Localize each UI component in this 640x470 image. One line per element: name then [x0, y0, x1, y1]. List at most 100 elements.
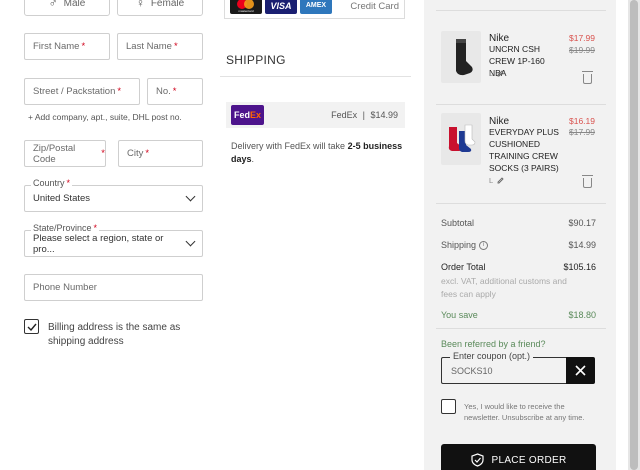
shield-check-icon	[470, 453, 484, 467]
carrier-name: FedEx	[331, 110, 358, 120]
fedex-logo-fed: Fed	[233, 110, 250, 120]
checkmark-icon	[27, 323, 37, 331]
last-name-field[interactable]: Last Name *	[117, 33, 203, 60]
newsletter-checkbox[interactable]	[441, 399, 456, 414]
city-field[interactable]: City *	[118, 140, 203, 167]
shipping-label-wrap: Shipping i	[441, 240, 489, 250]
required-mark: *	[172, 86, 177, 97]
state-value: Please select a region, state or pro...	[33, 232, 164, 255]
first-name-placeholder: First Name	[33, 41, 80, 52]
subtotal-row: Subtotal $90.17	[441, 218, 596, 228]
city-placeholder: City	[127, 148, 144, 159]
gender-female-label: Female	[150, 0, 185, 9]
order-total-label: Order Total	[441, 262, 486, 272]
required-mark: *	[66, 178, 71, 188]
country-value: United States	[33, 193, 91, 204]
required-mark: *	[93, 223, 98, 233]
trash-icon[interactable]	[582, 175, 593, 188]
place-order-button[interactable]: PLACE ORDER	[441, 444, 596, 470]
referred-link[interactable]: Been referred by a friend?	[441, 339, 546, 349]
gender-male-button[interactable]: ♂ Male	[24, 0, 110, 16]
shipping-row: Shipping i $14.99	[441, 240, 596, 250]
street-placeholder: Street / Packstation	[33, 86, 116, 97]
fedex-price-label: FedEx | $14.99	[331, 110, 398, 120]
coupon-label: Enter coupon (opt.)	[450, 351, 534, 361]
phone-field[interactable]: Phone Number	[24, 274, 203, 301]
shipping-label: Shipping	[441, 240, 477, 250]
item-old-price: $17.99	[569, 127, 595, 137]
item-size-value: L	[489, 69, 494, 78]
fedex-logo-ex: Ex	[250, 110, 262, 120]
product-image[interactable]	[441, 31, 481, 83]
shipping-divider	[220, 76, 411, 77]
delivery-suffix: .	[251, 154, 255, 164]
item-divider	[436, 104, 606, 105]
order-total-note: excl. VAT, additional customs and fees c…	[441, 276, 567, 299]
fedex-logo: Fed Ex	[231, 105, 264, 125]
delivery-info: Delivery with FedEx will take 2-5 busine…	[231, 140, 407, 166]
fedex-shipping-option[interactable]: Fed Ex FedEx | $14.99	[226, 102, 405, 128]
mastercard-logo: mastercard	[230, 0, 262, 14]
house-number-placeholder: No.	[156, 86, 171, 97]
state-select-wrap: Please select a region, state or pro... …	[24, 223, 203, 257]
billing-same-checkbox[interactable]	[24, 319, 39, 334]
delivery-prefix: Delivery with FedEx will take	[231, 141, 346, 151]
required-mark: *	[101, 148, 105, 159]
separator: |	[362, 110, 365, 120]
gender-female-button[interactable]: ♀ Female	[117, 0, 203, 16]
close-icon	[575, 365, 586, 376]
edit-pencil-icon[interactable]	[497, 70, 504, 77]
required-mark: *	[81, 41, 86, 52]
product-image[interactable]	[441, 113, 481, 165]
subtotal-label: Subtotal	[441, 218, 475, 228]
sock-pack-icon	[448, 124, 476, 152]
item-divider	[436, 203, 606, 204]
add-company-link[interactable]: + Add company, apt., suite, DHL post no.	[28, 112, 182, 122]
coupon-clear-button[interactable]	[566, 357, 595, 384]
chevron-down-icon	[185, 236, 196, 247]
item-price: $16.19	[569, 116, 595, 126]
phone-placeholder: Phone Number	[33, 282, 97, 293]
state-label-text: State/Province	[33, 223, 92, 233]
billing-same-label: Billing address is the same as shipping …	[48, 322, 181, 347]
country-select[interactable]: United States	[24, 185, 203, 212]
gender-male-label: Male	[63, 0, 86, 9]
sock-icon	[456, 39, 473, 76]
chevron-down-icon	[185, 191, 196, 202]
subtotal-value: $90.17	[568, 218, 596, 228]
required-mark: *	[145, 148, 150, 159]
item-size: L	[489, 176, 504, 185]
credit-card-label: Credit Card	[350, 1, 399, 12]
item-name[interactable]: EVERYDAY PLUS CUSHIONED TRAINING CREW SO…	[489, 126, 561, 174]
coupon-value: SOCKS10	[451, 365, 493, 376]
newsletter-label: Yes, I would like to receive the newslet…	[464, 402, 585, 422]
place-order-label: PLACE ORDER	[491, 454, 567, 466]
street-field[interactable]: Street / Packstation *	[24, 78, 140, 105]
house-number-field[interactable]: No. *	[147, 78, 203, 105]
order-total-value: $105.16	[563, 262, 596, 272]
scrollbar-thumb[interactable]	[630, 0, 638, 470]
mastercard-circles-icon	[235, 0, 257, 9]
zip-field[interactable]: Zip/Postal Code *	[24, 140, 106, 167]
totals-divider	[436, 328, 606, 329]
edit-pencil-icon[interactable]	[497, 177, 504, 184]
item-old-price: $19.99	[569, 45, 595, 55]
info-icon[interactable]: i	[479, 240, 489, 250]
shipping-price: $14.99	[370, 110, 398, 120]
item-price: $17.99	[569, 33, 595, 43]
first-name-field[interactable]: First Name *	[24, 33, 110, 60]
state-label: State/Province *	[31, 223, 100, 233]
trash-icon[interactable]	[582, 71, 593, 84]
state-select[interactable]: Please select a region, state or pro...	[24, 230, 203, 257]
payment-logos: mastercard VISA AMEX Credit Card	[224, 0, 405, 19]
shipping-heading: SHIPPING	[226, 53, 286, 67]
female-symbol-icon: ♀	[135, 0, 145, 10]
mastercard-caption: mastercard	[238, 9, 254, 13]
last-name-placeholder: Last Name	[126, 41, 172, 52]
required-mark: *	[173, 41, 178, 52]
amex-logo: AMEX	[300, 0, 332, 14]
required-mark: *	[117, 86, 122, 97]
you-save-label: You save	[441, 310, 478, 320]
visa-logo: VISA	[265, 0, 297, 14]
coupon-input[interactable]: SOCKS10	[441, 357, 567, 384]
